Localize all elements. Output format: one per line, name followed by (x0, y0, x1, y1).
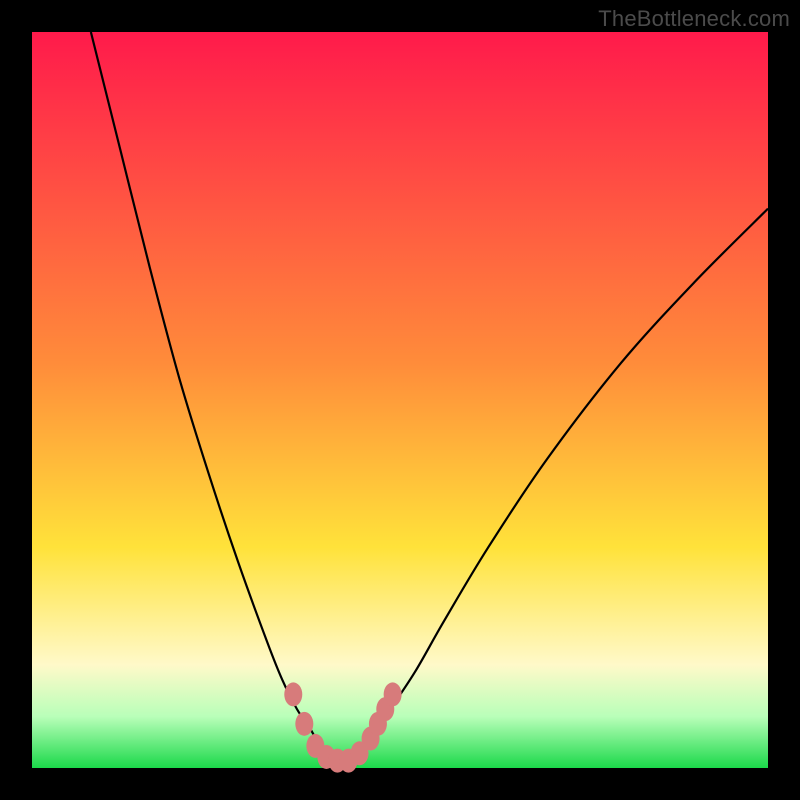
valley-marker (384, 682, 402, 706)
curve-layer (32, 32, 768, 768)
bottleneck-curve (91, 32, 768, 761)
chart-frame: TheBottleneck.com (0, 0, 800, 800)
watermark-text: TheBottleneck.com (598, 6, 790, 32)
plot-area (32, 32, 768, 768)
valley-marker (295, 712, 313, 736)
valley-markers (284, 682, 401, 772)
valley-marker (284, 682, 302, 706)
